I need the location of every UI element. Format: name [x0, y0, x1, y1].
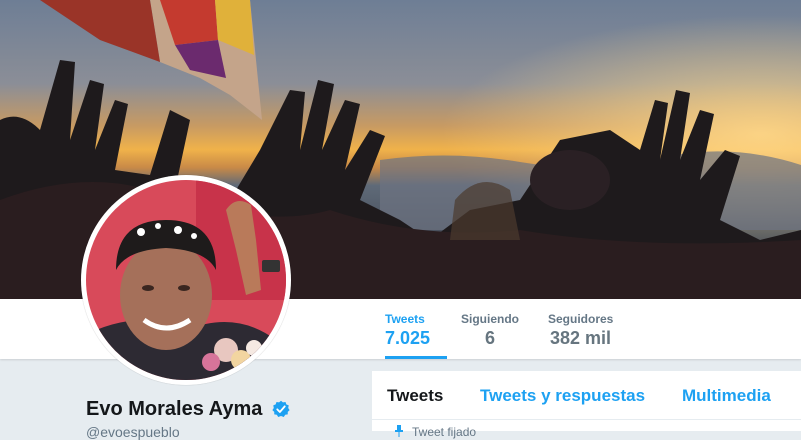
profile-avatar[interactable]: [81, 175, 291, 385]
profile-handle[interactable]: @evoespueblo: [86, 424, 180, 440]
timeline-tabs: Tweets Tweets y respuestas Multimedia: [372, 371, 801, 420]
stat-tweets-value: 7.025: [385, 328, 431, 348]
tab-media[interactable]: Multimedia: [682, 386, 771, 406]
stat-tweets-label: Tweets: [385, 312, 425, 326]
stat-following[interactable]: Siguiendo 6: [461, 299, 531, 359]
stat-followers-value: 382 mil: [550, 328, 612, 348]
active-stat-underline: [385, 356, 447, 359]
stat-following-label: Siguiendo: [461, 312, 519, 326]
stat-tweets[interactable]: Tweets 7.025: [385, 299, 447, 359]
avatar-photo: [86, 180, 286, 380]
pin-icon: [395, 425, 403, 437]
verified-badge-icon: [272, 400, 290, 417]
profile-name[interactable]: Evo Morales Ayma: [86, 398, 262, 421]
stat-followers-label: Seguidores: [548, 312, 614, 326]
stat-following-value: 6: [485, 328, 496, 348]
tab-tweets[interactable]: Tweets: [387, 386, 443, 406]
tab-tweets-and-replies[interactable]: Tweets y respuestas: [480, 386, 645, 406]
pinned-tweet-label: Tweet fijado: [412, 425, 477, 439]
timeline-panel: Tweets Tweets y respuestas Multimedia Tw…: [372, 371, 801, 439]
stat-followers[interactable]: Seguidores 382 mil: [548, 299, 628, 359]
